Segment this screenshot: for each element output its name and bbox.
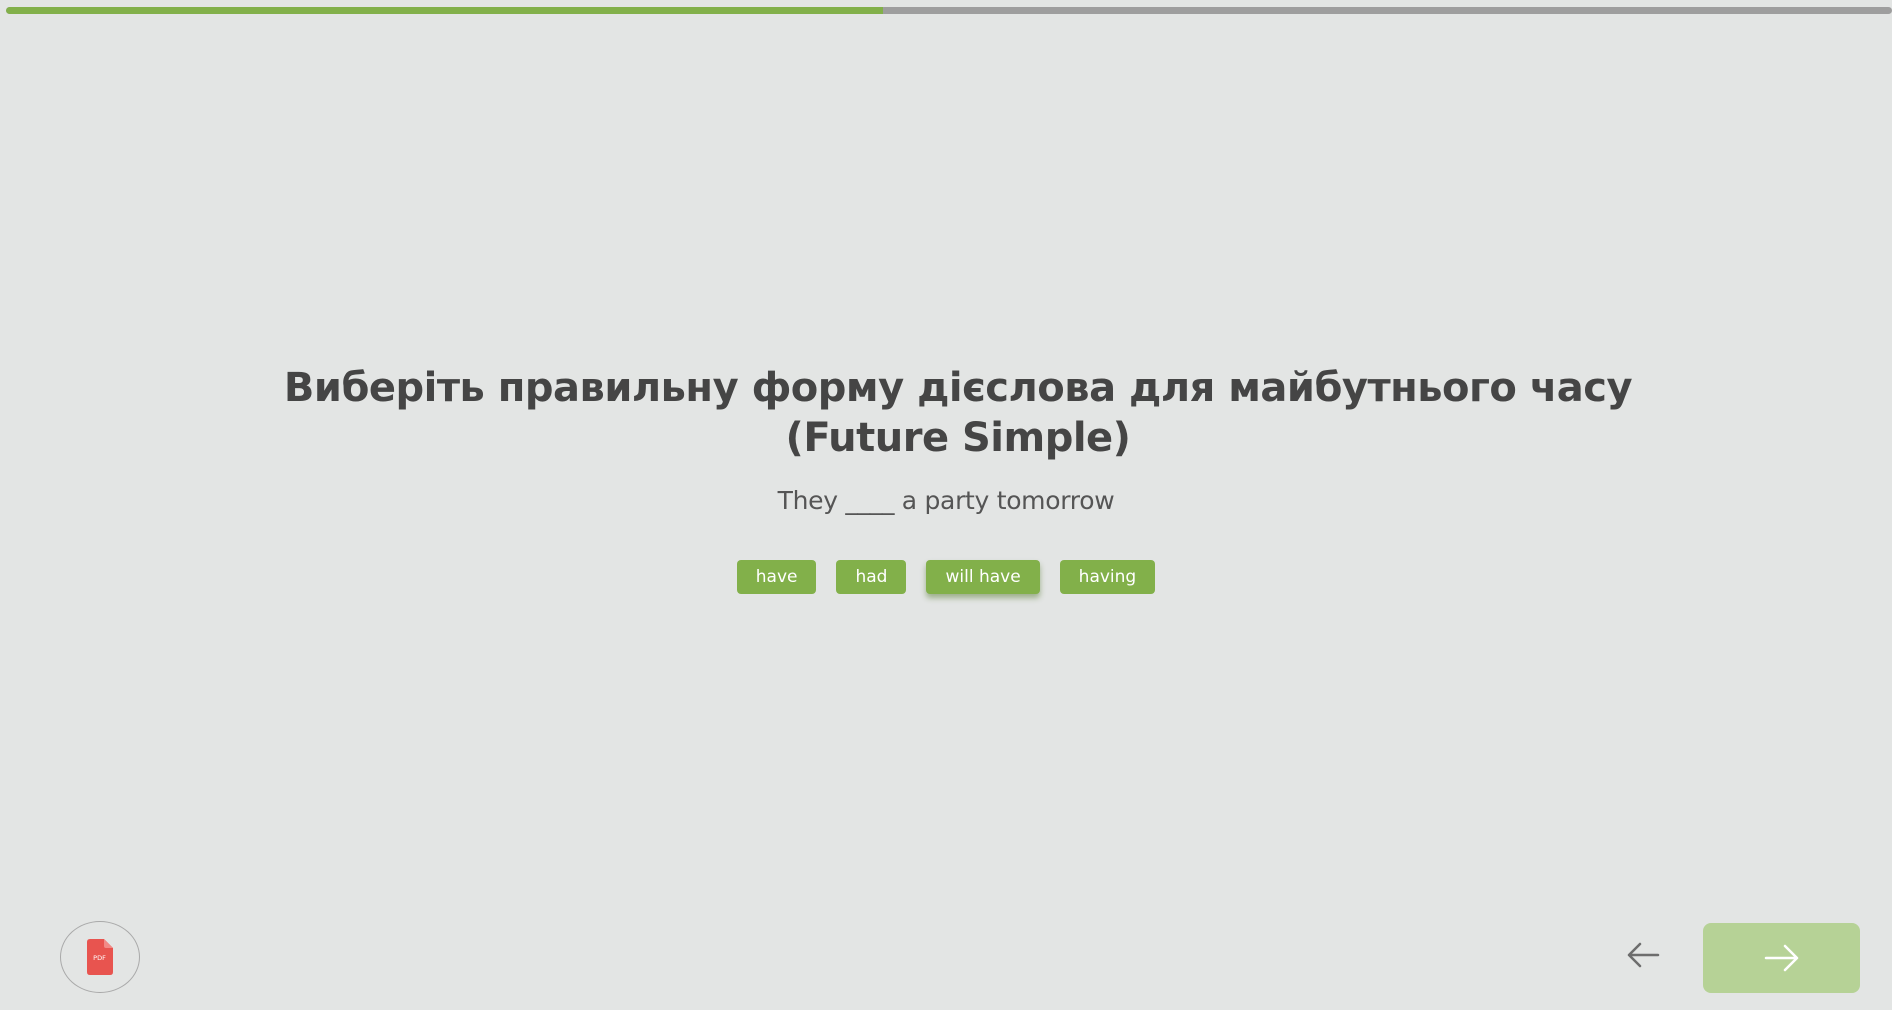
next-button[interactable] [1703, 923, 1860, 993]
svg-text:PDF: PDF [93, 954, 106, 962]
question-sentence: They ____ a party tomorrow [777, 486, 1115, 515]
option-having-button[interactable]: having [1059, 560, 1156, 594]
pdf-file-icon: PDF [87, 939, 113, 975]
arrow-left-icon [1627, 942, 1660, 968]
question-title: Виберіть правильну форму дієслова для ма… [283, 365, 1633, 461]
progress-bar [6, 7, 1892, 14]
answer-options: have had will have having [0, 560, 1892, 594]
option-had-button[interactable]: had [836, 560, 907, 594]
pdf-download-button[interactable]: PDF [60, 921, 140, 993]
option-will-have-button[interactable]: will have [926, 560, 1040, 594]
progress-bar-fill [6, 7, 883, 14]
arrow-right-icon [1764, 944, 1798, 972]
option-have-button[interactable]: have [736, 560, 817, 594]
back-button[interactable] [1620, 935, 1666, 975]
